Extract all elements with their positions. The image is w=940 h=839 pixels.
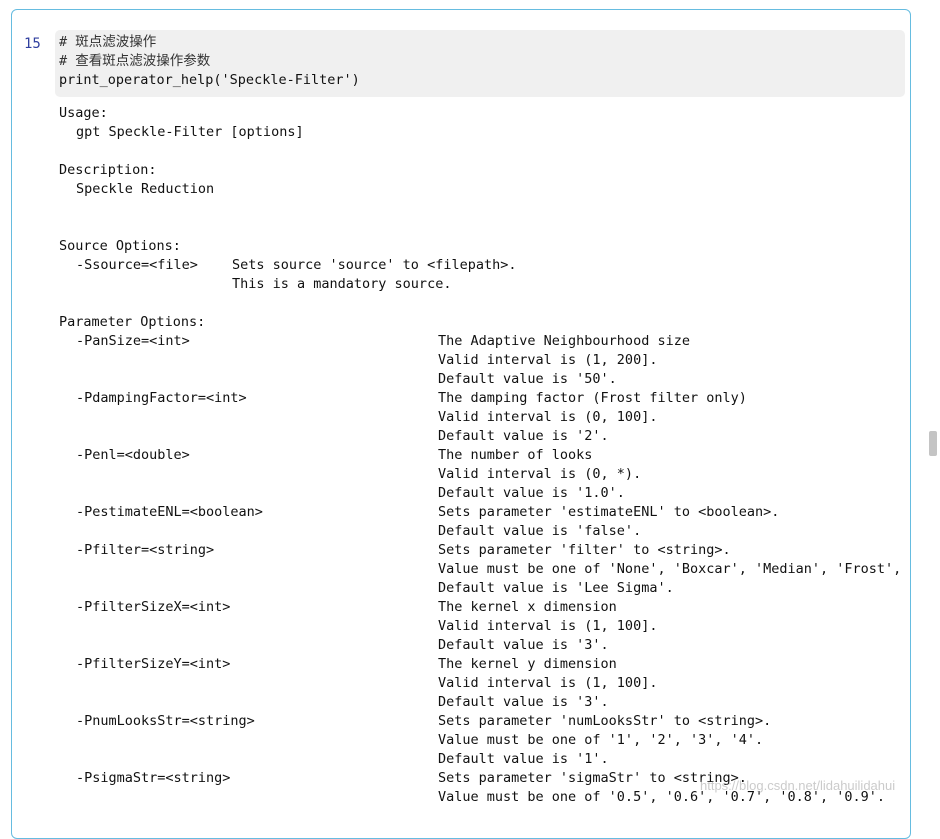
usage-line: gpt Speckle-Filter [options]	[76, 124, 304, 140]
param-desc: Valid interval is (0, 100].	[438, 409, 658, 425]
param-desc: The Adaptive Neighbourhood size	[438, 333, 690, 349]
source-option-name: -Ssource=<file>	[76, 257, 198, 273]
code-input-area[interactable]: # 斑点滤波操作 # 查看斑点滤波操作参数 print_operator_hel…	[55, 30, 905, 97]
param-desc: Default value is '50'.	[438, 371, 617, 387]
param-name: -PestimateENL=<boolean>	[76, 504, 263, 520]
param-desc: Default value is '1'.	[438, 751, 609, 767]
param-desc: The kernel y dimension	[438, 656, 617, 672]
param-desc: Valid interval is (1, 100].	[438, 618, 658, 634]
param-desc: The damping factor (Frost filter only)	[438, 390, 747, 406]
param-name: -PfilterSizeX=<int>	[76, 599, 231, 615]
param-desc: The number of looks	[438, 447, 593, 463]
usage-header: Usage:	[59, 105, 108, 121]
param-desc: Default value is '3'.	[438, 694, 609, 710]
code-line-1: # 斑点滤波操作	[59, 34, 157, 50]
param-name: -Pfilter=<string>	[76, 542, 215, 558]
description-header: Description:	[59, 162, 157, 178]
param-desc: Default value is 'Lee Sigma'.	[438, 580, 674, 596]
param-name: -Penl=<double>	[76, 447, 190, 463]
param-desc: Valid interval is (1, 100].	[438, 675, 658, 691]
param-name: -PfilterSizeY=<int>	[76, 656, 231, 672]
param-desc: Default value is '2'.	[438, 428, 609, 444]
param-desc: Value must be one of 'None', 'Boxcar', '…	[438, 561, 902, 577]
source-options-header: Source Options:	[59, 238, 181, 254]
param-desc: Sets parameter 'numLooksStr' to <string>…	[438, 713, 772, 729]
source-option-desc: This is a mandatory source.	[232, 276, 452, 292]
param-desc: Default value is '1.0'.	[438, 485, 625, 501]
cell-output: Usage: gpt Speckle-Filter [options] Desc…	[59, 104, 919, 807]
cell-prompt-number: 15	[24, 36, 41, 52]
param-desc: Valid interval is (0, *).	[438, 466, 642, 482]
source-option-desc: Sets source 'source' to <filepath>.	[232, 257, 517, 273]
param-desc: Default value is '3'.	[438, 637, 609, 653]
code-line-2: # 查看斑点滤波操作参数	[59, 53, 211, 69]
param-name: -PnumLooksStr=<string>	[76, 713, 255, 729]
param-desc: Valid interval is (1, 200].	[438, 352, 658, 368]
param-desc: Sets parameter 'filter' to <string>.	[438, 542, 731, 558]
code-line-3: print_operator_help('Speckle-Filter')	[59, 72, 360, 88]
watermark: https://blog.csdn.net/lidahuilidahui	[700, 778, 896, 793]
parameter-options-header: Parameter Options:	[59, 314, 206, 330]
param-desc: Sets parameter 'estimateENL' to <boolean…	[438, 504, 780, 520]
param-name: -PsigmaStr=<string>	[76, 770, 231, 786]
param-name: -PdampingFactor=<int>	[76, 390, 247, 406]
scrollbar-thumb[interactable]	[929, 431, 937, 456]
param-desc: Default value is 'false'.	[438, 523, 642, 539]
param-desc: Value must be one of '1', '2', '3', '4'.	[438, 732, 764, 748]
param-name: -PanSize=<int>	[76, 333, 190, 349]
param-desc: The kernel x dimension	[438, 599, 617, 615]
description-line: Speckle Reduction	[76, 181, 215, 197]
